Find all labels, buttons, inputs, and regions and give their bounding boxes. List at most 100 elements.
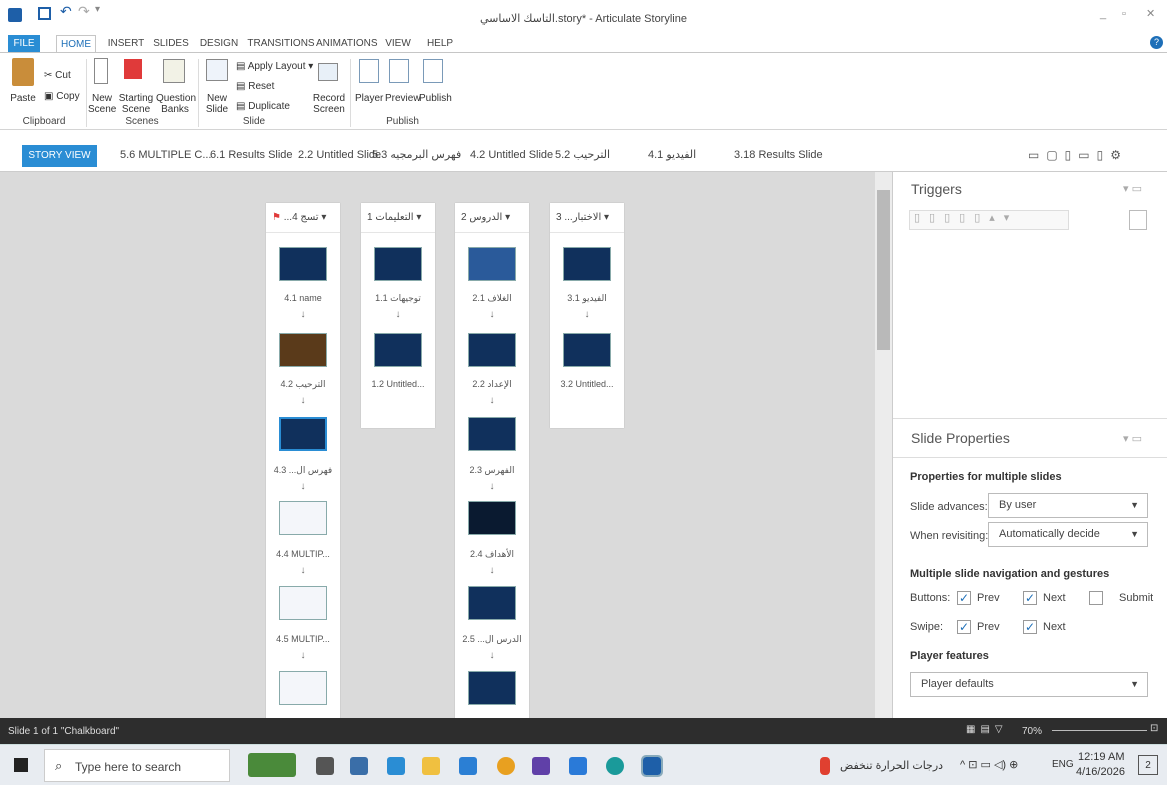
apply-layout-button[interactable]: ▤ Apply Layout ▾ — [236, 61, 313, 72]
slide-thumb[interactable] — [279, 671, 327, 705]
when-revisiting-dropdown[interactable]: Automatically decide ▼ — [988, 522, 1148, 547]
paste-icon[interactable] — [12, 58, 34, 86]
variables-icon[interactable] — [1129, 210, 1147, 230]
tab-home[interactable]: HOME — [56, 35, 96, 52]
slide-thumb[interactable] — [279, 333, 327, 367]
buttons-next-checkbox[interactable]: ✓ — [1023, 591, 1037, 605]
taskbar-search[interactable]: ⌕ Type here to search — [44, 749, 230, 782]
slide-thumb[interactable] — [279, 501, 327, 535]
scene-1-header[interactable]: 1 التعليمات ▾ — [361, 203, 435, 233]
app-icon[interactable] — [387, 757, 405, 775]
fit-window-icon[interactable]: ⊡ — [1150, 723, 1158, 734]
slide-thumb[interactable] — [468, 586, 516, 620]
swipe-next-checkbox[interactable]: ✓ — [1023, 620, 1037, 634]
tab-5-3[interactable]: 5.3 فهرس البرمجيه — [372, 139, 461, 172]
vscode-icon[interactable] — [569, 757, 587, 775]
tab-slides[interactable]: SLIDES — [152, 35, 190, 52]
tab-insert[interactable]: INSERT — [106, 35, 146, 52]
slide-label: 2.2 الإعداد — [472, 379, 512, 389]
buttons-prev-checkbox[interactable]: ✓ — [957, 591, 971, 605]
storyline-taskbar-icon[interactable] — [641, 755, 663, 777]
tab-5-2[interactable]: 5.2 الترحيب — [555, 139, 610, 172]
slide-thumb[interactable] — [563, 333, 611, 367]
scene-1[interactable]: 1 التعليمات ▾ 1.1 توجيهات ↓ 1.2 Untitled… — [361, 203, 435, 428]
flow-arrow: ↓ — [300, 309, 306, 320]
slide-thumb[interactable] — [374, 333, 422, 367]
slide-thumb[interactable] — [468, 501, 516, 535]
scene-3[interactable]: 3 ...الاختبار ▾ 3.1 الفيديو ↓ 3.2 Untitl… — [550, 203, 624, 428]
trigger-toolbar[interactable]: ▯▯▯▯▯▴▾ — [909, 210, 1069, 230]
story-view-tab[interactable]: STORY VIEW — [22, 145, 97, 167]
duplicate-button[interactable]: ▤ Duplicate — [236, 101, 290, 112]
story-canvas[interactable]: ⚑ ...تسج 4 ▾ 4.1 name ↓ 4.2 الترحيب ↓ 4.… — [0, 172, 875, 718]
new-scene-button[interactable]: New Scene — [88, 93, 116, 115]
help-icon[interactable]: ? — [1150, 36, 1163, 49]
buttons-submit-checkbox[interactable] — [1089, 591, 1103, 605]
tab-view[interactable]: VIEW — [384, 35, 412, 52]
zoom-slider[interactable] — [1052, 730, 1147, 731]
scene-4[interactable]: ⚑ ...تسج 4 ▾ 4.1 name ↓ 4.2 الترحيب ↓ 4.… — [266, 203, 340, 718]
preview-button[interactable]: Preview — [385, 93, 421, 104]
tab-transitions[interactable]: TRANSITIONS — [247, 35, 315, 52]
copy-button[interactable]: ▣ Copy — [44, 91, 80, 102]
calculator-icon[interactable] — [350, 757, 368, 775]
slide-advances-dropdown[interactable]: By user ▼ — [988, 493, 1148, 518]
new-slide-button[interactable]: New Slide — [202, 93, 232, 115]
slide-thumb[interactable] — [468, 333, 516, 367]
tab-file[interactable]: FILE — [8, 35, 40, 52]
tab-design[interactable]: DESIGN — [198, 35, 240, 52]
paste-button[interactable]: Paste — [6, 93, 40, 104]
windows-start-icon[interactable] — [14, 758, 28, 772]
system-tray-icons[interactable]: ^ ⊡ ▭ ◁) ⊕ — [960, 758, 1018, 771]
tab-animations[interactable]: ANIMATIONS — [316, 35, 377, 52]
file-explorer-icon[interactable] — [422, 757, 440, 775]
tab-6-1[interactable]: 6.1 Results Slide — [210, 139, 293, 172]
notification-icon[interactable]: 2 — [1138, 755, 1158, 775]
reset-button[interactable]: ▤ Reset — [236, 81, 274, 92]
slide-thumb[interactable] — [374, 247, 422, 281]
chrome-icon[interactable] — [497, 757, 515, 775]
scene-2-header[interactable]: 2 الدروس ▾ — [455, 203, 529, 233]
publish-button[interactable]: Publish — [419, 93, 452, 104]
view-toggle-icons[interactable]: ▦▤▽ — [966, 724, 1008, 735]
slide-thumb[interactable] — [468, 247, 516, 281]
player-button[interactable]: Player — [355, 93, 383, 104]
language-indicator[interactable]: ENG — [1052, 759, 1074, 770]
player-features-dropdown[interactable]: Player defaults ▼ — [910, 672, 1148, 697]
tab-4-2[interactable]: 4.2 Untitled Slide — [470, 139, 553, 172]
photos-icon[interactable] — [459, 757, 477, 775]
apply-layout-label: Apply Layout — [247, 61, 306, 72]
app-icon-2[interactable] — [532, 757, 550, 775]
scrollbar-thumb[interactable] — [877, 190, 890, 350]
panel-menu-icon[interactable]: ▾ ▭ — [1123, 182, 1142, 195]
cut-button[interactable]: ✂ Cut — [44, 70, 71, 81]
scene-4-header[interactable]: ⚑ ...تسج 4 ▾ — [266, 203, 340, 233]
slide-thumb[interactable] — [279, 247, 327, 281]
task-view-icon[interactable] — [316, 757, 334, 775]
starting-scene-button[interactable]: Starting Scene — [118, 93, 154, 115]
tab-2-2[interactable]: 2.2 Untitled Slide — [298, 139, 381, 172]
close-button[interactable]: ✕ — [1146, 7, 1155, 20]
tab-help[interactable]: HELP — [425, 35, 455, 52]
device-icons[interactable]: ▭▢▯▭▯⚙ — [1028, 148, 1128, 162]
slide-thumb[interactable] — [468, 417, 516, 451]
clock-time[interactable]: 12:19 AM — [1078, 751, 1124, 763]
question-banks-button[interactable]: Question Banks — [156, 93, 196, 115]
slide-thumb[interactable] — [279, 586, 327, 620]
panel-menu-icon[interactable]: ▾ ▭ — [1123, 432, 1142, 445]
tab-3-18[interactable]: 3.18 Results Slide — [734, 139, 823, 172]
clock-date[interactable]: 4/16/2026 — [1076, 766, 1125, 778]
slide-thumb-selected[interactable] — [279, 417, 327, 451]
restore-button[interactable]: ▫ — [1122, 8, 1126, 20]
taskbar-widget-image[interactable] — [248, 753, 296, 777]
scene-2[interactable]: 2 الدروس ▾ 2.1 الغلاف ↓ 2.2 الإعداد ↓ 2.… — [455, 203, 529, 718]
slide-thumb[interactable] — [468, 671, 516, 705]
tab-4-1[interactable]: 4.1 الفيديو — [648, 139, 696, 172]
minimize-button[interactable]: _ — [1100, 8, 1106, 20]
tab-5-6[interactable]: 5.6 MULTIPLE C... — [120, 139, 212, 172]
swipe-prev-checkbox[interactable]: ✓ — [957, 620, 971, 634]
edge-icon[interactable] — [606, 757, 624, 775]
scene-3-header[interactable]: 3 ...الاختبار ▾ — [550, 203, 624, 233]
record-screen-button[interactable]: Record Screen — [312, 93, 346, 115]
slide-thumb[interactable] — [563, 247, 611, 281]
